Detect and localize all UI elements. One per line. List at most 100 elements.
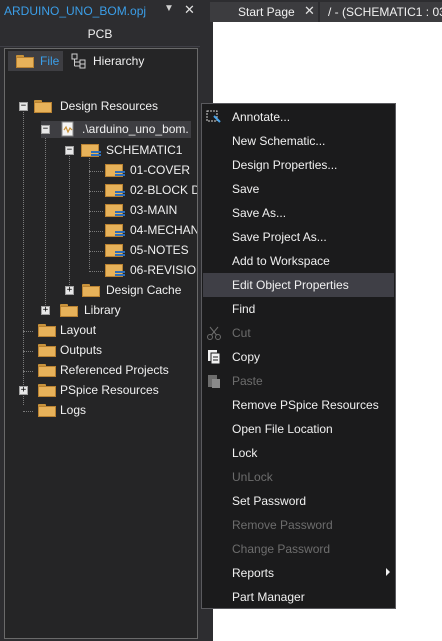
schematic-page-icon [105, 264, 127, 278]
menu-item-unlock[interactable]: UnLock [203, 465, 394, 489]
tree-node-label: 02-BLOCK D [130, 183, 198, 197]
menu-item-save-as[interactable]: Save As... [203, 201, 394, 225]
tree-line [89, 171, 103, 172]
tree-node-label: PSpice Resources [60, 383, 159, 397]
tree-node-design-file[interactable]: − .\arduino_uno_bom. [41, 121, 191, 138]
tree-node-label: .\arduino_uno_bom. [82, 122, 189, 136]
expand-icon[interactable]: + [19, 386, 28, 395]
menu-item-label: Set Password [232, 494, 307, 508]
panel-title: PCB [87, 27, 113, 41]
tree-node-page[interactable]: 06-REVISION [89, 263, 198, 279]
menu-item-add-to-workspace[interactable]: Add to Workspace [203, 249, 394, 273]
tree-line [89, 251, 103, 252]
tree-node-page[interactable]: 01-COVER [89, 163, 197, 179]
tree-node-logs[interactable]: Logs [19, 403, 189, 419]
folder-icon [82, 284, 100, 297]
menu-item-paste[interactable]: Paste [203, 369, 394, 393]
menu-item-label: Part Manager [232, 590, 305, 604]
folder-icon [38, 324, 56, 337]
expand-icon[interactable]: + [41, 306, 50, 315]
tree-node-page[interactable]: 03-MAIN [89, 203, 197, 219]
menu-item-label: Save [232, 182, 260, 196]
project-tree: File Hierarchy − Design Resources − .\ar… [4, 48, 198, 639]
menu-item-reports[interactable]: Reports [203, 561, 394, 585]
collapse-icon[interactable]: − [19, 102, 28, 111]
tab-schematic[interactable]: / - (SCHEMATIC1 : 03 [320, 2, 442, 22]
tree-node-outputs[interactable]: Outputs [19, 343, 189, 359]
menu-item-label: Annotate... [232, 110, 291, 124]
tree-node-layout[interactable]: Layout [19, 323, 189, 339]
close-icon[interactable]: ✕ [184, 2, 195, 18]
tab-start-page[interactable]: Start Page ✕ [210, 2, 318, 22]
tree-line [23, 331, 33, 332]
menu-item-save-project-as[interactable]: Save Project As... [203, 225, 394, 249]
menu-item-new-schematic[interactable]: New Schematic... [203, 129, 394, 153]
tree-node-label: 01-COVER [130, 163, 191, 177]
menu-item-label: Remove Password [232, 518, 333, 532]
menu-item-copy[interactable]: Copy [203, 345, 394, 369]
tab-hierarchy[interactable]: Hierarchy [65, 51, 160, 71]
menu-item-set-password[interactable]: Set Password [203, 489, 394, 513]
menu-item-label: New Schematic... [232, 134, 326, 148]
tree-node-page[interactable]: 04-MECHAN [89, 223, 197, 239]
menu-item-label: Edit Object Properties [232, 278, 349, 292]
menu-item-label: Cut [232, 326, 251, 340]
tree-line [89, 211, 103, 212]
tree-node-page[interactable]: 02-BLOCK D [89, 183, 198, 199]
project-tab[interactable]: ARDUINO_UNO_BOM.opj ▼ ✕ [0, 0, 205, 22]
tree-line [89, 271, 103, 272]
menu-item-save[interactable]: Save [203, 177, 394, 201]
menu-item-lock[interactable]: Lock [203, 441, 394, 465]
tree-node-label: Referenced Projects [60, 363, 169, 377]
tree-node-pspice-resources[interactable]: + PSpice Resources [19, 383, 189, 399]
menu-item-label: Save As... [232, 206, 287, 220]
menu-item-remove-password[interactable]: Remove Password [203, 513, 394, 537]
menu-item-label: Save Project As... [232, 230, 327, 244]
tree-node-label: Outputs [60, 343, 103, 357]
tree-node-referenced-projects[interactable]: Referenced Projects [19, 363, 189, 379]
menu-item-annotate[interactable]: Annotate... [203, 105, 394, 129]
menu-item-part-manager[interactable]: Part Manager [203, 585, 394, 609]
collapse-icon[interactable]: − [41, 125, 50, 134]
tree-node-library[interactable]: + Library [41, 303, 191, 319]
tree-node-label: Design Cache [106, 283, 182, 297]
folder-icon [38, 404, 56, 417]
document-tab-bar: ARDUINO_UNO_BOM.opj ▼ ✕ Start Page ✕ / -… [0, 0, 442, 22]
tree-line [23, 411, 33, 412]
close-icon[interactable]: ✕ [304, 3, 315, 19]
expand-icon[interactable]: + [65, 286, 74, 295]
menu-item-open-file-location[interactable]: Open File Location [203, 417, 394, 441]
scissors-icon [207, 326, 221, 340]
tree-node-page[interactable]: 05-NOTES [89, 243, 197, 259]
collapse-icon[interactable]: − [65, 146, 74, 155]
tree-node-schematic[interactable]: − SCHEMATIC1 [65, 143, 195, 159]
tree-line [23, 351, 33, 352]
menu-item-label: Paste [232, 374, 263, 388]
submenu-arrow-icon [386, 568, 390, 576]
copy-icon [208, 350, 221, 365]
schematic-page-icon [105, 224, 127, 238]
project-tab-title[interactable]: ARDUINO_UNO_BOM.opj [4, 4, 146, 18]
tab-file[interactable]: File [8, 51, 63, 71]
context-menu: Annotate... New Schematic... Design Prop… [201, 103, 396, 609]
tree-node-design-cache[interactable]: + Design Cache [65, 283, 195, 299]
menu-item-change-password[interactable]: Change Password [203, 537, 394, 561]
schematic-page-icon [105, 184, 127, 198]
menu-item-label: Design Properties... [232, 158, 338, 172]
tree-node-label: 03-MAIN [130, 203, 178, 217]
folder-icon [38, 384, 56, 397]
tab-file-label: File [40, 54, 60, 68]
menu-item-find[interactable]: Find [203, 297, 394, 321]
folder-icon [38, 344, 56, 357]
tree-node-label: Library [84, 303, 121, 317]
tree-node-design-resources[interactable]: − Design Resources [19, 99, 189, 115]
menu-item-design-properties[interactable]: Design Properties... [203, 153, 394, 177]
project-manager-panel: PCB File Hierarchy − Design Resources − … [0, 22, 200, 641]
menu-item-cut[interactable]: Cut [203, 321, 394, 345]
menu-item-edit-object-properties[interactable]: Edit Object Properties [203, 273, 394, 297]
dropdown-arrow-icon[interactable]: ▼ [164, 3, 174, 14]
design-file-icon [61, 121, 74, 137]
tree-node-label: 06-REVISION [130, 263, 198, 277]
menu-item-remove-pspice-resources[interactable]: Remove PSpice Resources [203, 393, 394, 417]
panel-header: PCB [0, 22, 200, 47]
